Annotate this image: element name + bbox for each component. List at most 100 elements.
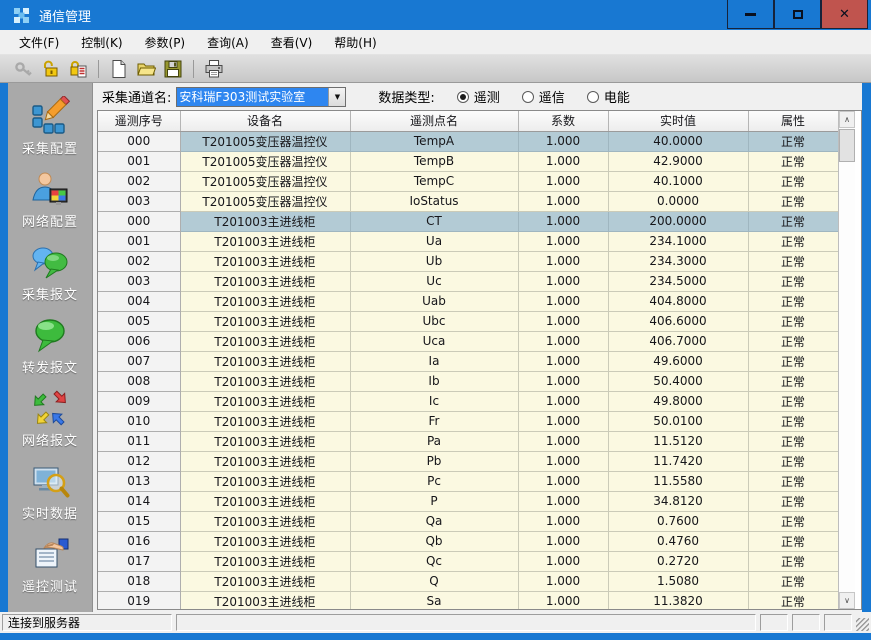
data-cell[interactable]: 1.000 — [518, 151, 608, 171]
column-header[interactable]: 实时值 — [608, 111, 748, 131]
column-header[interactable]: 系数 — [518, 111, 608, 131]
data-cell[interactable]: T201003主进线柜 — [180, 551, 350, 571]
table-row[interactable]: 016T201003主进线柜Qb1.0000.4760正常 — [98, 531, 838, 551]
data-cell[interactable]: 正常 — [748, 171, 838, 191]
data-cell[interactable]: 正常 — [748, 451, 838, 471]
table-row[interactable]: 002T201005变压器温控仪TempC1.00040.1000正常 — [98, 171, 838, 191]
data-cell[interactable]: T201003主进线柜 — [180, 491, 350, 511]
table-row[interactable]: 001T201005变压器温控仪TempB1.00042.9000正常 — [98, 151, 838, 171]
menu-item[interactable]: 查询(A) — [196, 30, 260, 55]
channel-combobox[interactable]: 安科瑞F303测试实验室 ▼ — [176, 87, 346, 107]
data-cell[interactable]: T201003主进线柜 — [180, 471, 350, 491]
table-row[interactable]: 000T201003主进线柜CT1.000200.0000正常 — [98, 211, 838, 231]
sidebar-item-collect-config[interactable]: 采集配置 — [22, 96, 78, 157]
row-header-cell[interactable]: 001 — [98, 151, 180, 171]
data-cell[interactable]: T201003主进线柜 — [180, 431, 350, 451]
data-cell[interactable]: 正常 — [748, 551, 838, 571]
row-header-cell[interactable]: 000 — [98, 131, 180, 151]
new-document-icon[interactable] — [109, 59, 129, 79]
data-cell[interactable]: 0.4760 — [608, 531, 748, 551]
data-cell[interactable]: 406.7000 — [608, 331, 748, 351]
data-cell[interactable]: 正常 — [748, 371, 838, 391]
sidebar-item-network-config[interactable]: 网络配置 — [22, 169, 78, 230]
table-row[interactable]: 009T201003主进线柜Ic1.00049.8000正常 — [98, 391, 838, 411]
data-cell[interactable]: Pb — [350, 451, 518, 471]
data-cell[interactable]: 正常 — [748, 231, 838, 251]
data-cell[interactable]: 1.000 — [518, 451, 608, 471]
column-header[interactable]: 设备名 — [180, 111, 350, 131]
data-cell[interactable]: Fr — [350, 411, 518, 431]
data-cell[interactable]: Uca — [350, 331, 518, 351]
data-cell[interactable]: T201003主进线柜 — [180, 411, 350, 431]
data-cell[interactable]: 1.000 — [518, 351, 608, 371]
table-row[interactable]: 006T201003主进线柜Uca1.000406.7000正常 — [98, 331, 838, 351]
data-cell[interactable]: 234.1000 — [608, 231, 748, 251]
data-cell[interactable]: Uc — [350, 271, 518, 291]
data-cell[interactable]: Q — [350, 571, 518, 591]
data-cell[interactable]: 1.000 — [518, 311, 608, 331]
data-cell[interactable]: T201003主进线柜 — [180, 351, 350, 371]
data-cell[interactable]: 正常 — [748, 411, 838, 431]
data-cell[interactable]: T201003主进线柜 — [180, 511, 350, 531]
data-cell[interactable]: Qb — [350, 531, 518, 551]
data-cell[interactable]: 11.5120 — [608, 431, 748, 451]
table-row[interactable]: 008T201003主进线柜Ib1.00050.4000正常 — [98, 371, 838, 391]
save-icon[interactable] — [163, 59, 183, 79]
table-row[interactable]: 012T201003主进线柜Pb1.00011.7420正常 — [98, 451, 838, 471]
sidebar-item-realtime-data[interactable]: 实时数据 — [22, 461, 78, 522]
data-cell[interactable]: 40.0000 — [608, 131, 748, 151]
row-header-cell[interactable]: 006 — [98, 331, 180, 351]
data-cell[interactable]: 正常 — [748, 311, 838, 331]
row-header-cell[interactable]: 001 — [98, 231, 180, 251]
row-header-cell[interactable]: 009 — [98, 391, 180, 411]
data-cell[interactable]: 1.000 — [518, 131, 608, 151]
row-header-cell[interactable]: 003 — [98, 271, 180, 291]
row-header-cell[interactable]: 002 — [98, 171, 180, 191]
data-cell[interactable]: T201003主进线柜 — [180, 331, 350, 351]
data-cell[interactable]: 1.000 — [518, 431, 608, 451]
data-cell[interactable]: 正常 — [748, 251, 838, 271]
data-cell[interactable]: 正常 — [748, 191, 838, 211]
data-cell[interactable]: Ib — [350, 371, 518, 391]
data-cell[interactable]: T201003主进线柜 — [180, 231, 350, 251]
table-row[interactable]: 019T201003主进线柜Sa1.00011.3820正常 — [98, 591, 838, 609]
scroll-up-icon[interactable]: ∧ — [839, 111, 855, 128]
row-header-cell[interactable]: 002 — [98, 251, 180, 271]
radio-telemetry[interactable]: 遥测 — [457, 87, 500, 106]
data-cell[interactable]: 11.3820 — [608, 591, 748, 609]
data-cell[interactable]: 1.000 — [518, 371, 608, 391]
data-cell[interactable]: 正常 — [748, 511, 838, 531]
column-header[interactable]: 遥测点名 — [350, 111, 518, 131]
unlock-icon[interactable] — [41, 59, 61, 79]
row-header-cell[interactable]: 012 — [98, 451, 180, 471]
menu-item[interactable]: 帮助(H) — [323, 30, 387, 55]
sidebar-item-collect-message[interactable]: 采集报文 — [22, 242, 78, 303]
data-cell[interactable]: 正常 — [748, 471, 838, 491]
row-header-cell[interactable]: 019 — [98, 591, 180, 609]
data-cell[interactable]: 正常 — [748, 331, 838, 351]
data-cell[interactable]: P — [350, 491, 518, 511]
row-header-cell[interactable]: 014 — [98, 491, 180, 511]
data-cell[interactable]: 34.8120 — [608, 491, 748, 511]
row-header-cell[interactable]: 013 — [98, 471, 180, 491]
data-cell[interactable]: 1.000 — [518, 471, 608, 491]
data-cell[interactable]: Sa — [350, 591, 518, 609]
data-cell[interactable]: 1.000 — [518, 411, 608, 431]
data-cell[interactable]: 0.0000 — [608, 191, 748, 211]
data-cell[interactable]: 1.000 — [518, 571, 608, 591]
data-cell[interactable]: 11.5580 — [608, 471, 748, 491]
maximize-button[interactable] — [774, 0, 821, 29]
data-cell[interactable]: 200.0000 — [608, 211, 748, 231]
data-cell[interactable]: T201003主进线柜 — [180, 531, 350, 551]
table-row[interactable]: 010T201003主进线柜Fr1.00050.0100正常 — [98, 411, 838, 431]
table-row[interactable]: 000T201005变压器温控仪TempA1.00040.0000正常 — [98, 131, 838, 151]
data-cell[interactable]: Qc — [350, 551, 518, 571]
row-header-cell[interactable]: 008 — [98, 371, 180, 391]
data-cell[interactable]: IoStatus — [350, 191, 518, 211]
data-cell[interactable]: 1.000 — [518, 251, 608, 271]
table-row[interactable]: 011T201003主进线柜Pa1.00011.5120正常 — [98, 431, 838, 451]
close-button[interactable]: ✕ — [821, 0, 868, 29]
data-cell[interactable]: 49.6000 — [608, 351, 748, 371]
sidebar-item-forward-message[interactable]: 转发报文 — [22, 315, 78, 376]
data-cell[interactable]: 1.000 — [518, 531, 608, 551]
